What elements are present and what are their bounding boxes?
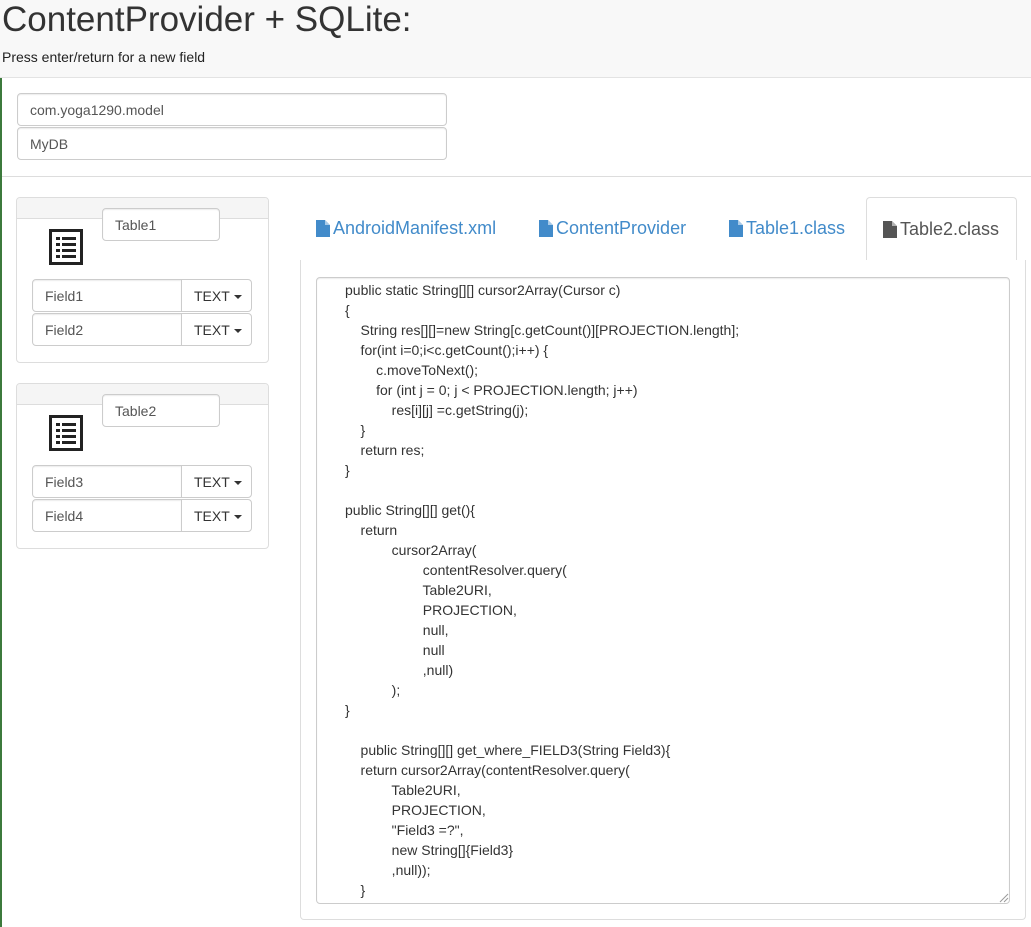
field-row: TEXT bbox=[32, 313, 252, 346]
tab-label: AndroidManifest.xml bbox=[333, 218, 497, 238]
caret-down-icon bbox=[233, 294, 242, 299]
file-icon bbox=[883, 220, 897, 238]
list-icon bbox=[49, 415, 83, 451]
tab-table2-class[interactable]: Table2.class bbox=[866, 197, 1017, 261]
resize-handle-icon[interactable] bbox=[997, 891, 1009, 903]
field-row: TEXT bbox=[32, 499, 252, 532]
tab-label: Table2.class bbox=[900, 218, 1000, 239]
file-tabs: AndroidManifest.xml ContentProvider Tabl… bbox=[300, 197, 1026, 261]
field-type-label: TEXT bbox=[194, 287, 230, 304]
list-icon bbox=[49, 229, 83, 265]
package-input[interactable] bbox=[17, 93, 447, 126]
caret-down-icon bbox=[233, 480, 242, 485]
field-name-input[interactable] bbox=[32, 499, 182, 532]
field-row: TEXT bbox=[32, 465, 252, 498]
field-type-label: TEXT bbox=[194, 321, 230, 338]
caret-down-icon bbox=[233, 514, 242, 519]
field-type-label: TEXT bbox=[194, 507, 230, 524]
tab-label: ContentProvider bbox=[556, 218, 687, 238]
tab-table1-class[interactable]: Table1.class bbox=[729, 197, 845, 260]
generated-code-textarea[interactable]: public static String[][] cursor2Array(Cu… bbox=[316, 277, 1010, 904]
file-icon bbox=[729, 220, 743, 237]
file-icon bbox=[539, 220, 553, 237]
field-type-dropdown[interactable]: TEXT bbox=[181, 499, 252, 532]
database-name-input[interactable] bbox=[17, 127, 447, 160]
page-header: ContentProvider + SQLite: Press enter/re… bbox=[0, 0, 1031, 78]
tab-android-manifest[interactable]: AndroidManifest.xml bbox=[316, 197, 496, 260]
field-type-label: TEXT bbox=[194, 473, 230, 490]
field-type-dropdown[interactable]: TEXT bbox=[181, 279, 252, 312]
field-type-dropdown[interactable]: TEXT bbox=[181, 465, 252, 498]
file-icon bbox=[316, 220, 330, 237]
table-name-input-table1[interactable] bbox=[102, 208, 220, 241]
field-name-input[interactable] bbox=[32, 465, 182, 498]
caret-down-icon bbox=[233, 328, 242, 333]
field-row: TEXT bbox=[32, 279, 252, 312]
field-type-dropdown[interactable]: TEXT bbox=[181, 313, 252, 346]
page-title: ContentProvider + SQLite: bbox=[2, 0, 412, 39]
tab-label: Table1.class bbox=[746, 218, 846, 238]
tab-content-provider[interactable]: ContentProvider bbox=[539, 197, 686, 260]
field-name-input[interactable] bbox=[32, 313, 182, 346]
page-subtitle: Press enter/return for a new field bbox=[2, 49, 206, 65]
table-name-input-table2[interactable] bbox=[102, 394, 220, 427]
field-name-input[interactable] bbox=[32, 279, 182, 312]
